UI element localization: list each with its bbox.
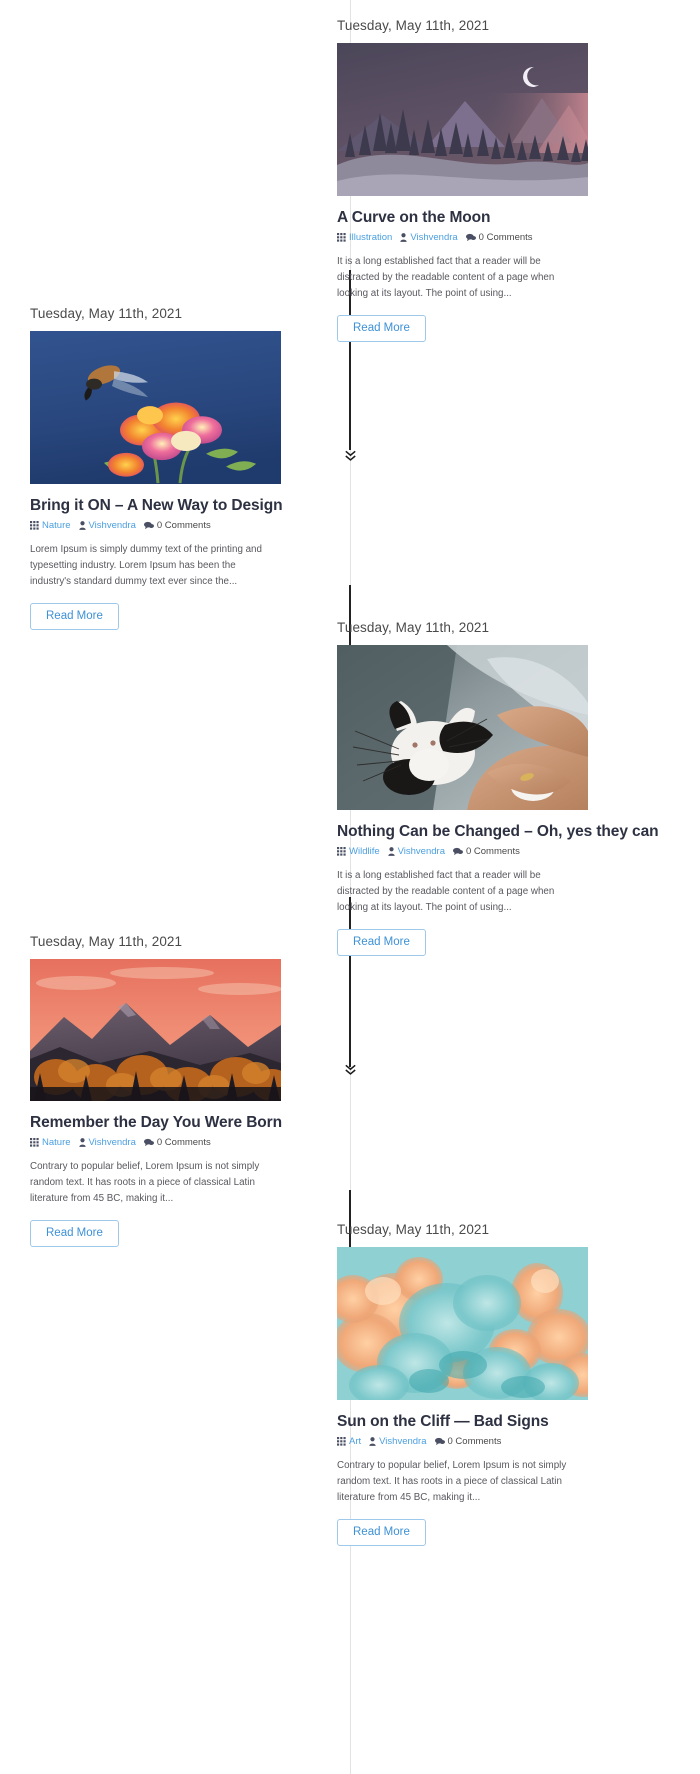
- meta-comments[interactable]: 0 Comments: [143, 520, 211, 531]
- post-date: Tuesday, May 11th, 2021: [30, 934, 183, 949]
- user-icon: [78, 521, 86, 531]
- read-more-button[interactable]: Read More: [30, 1219, 119, 1248]
- user-icon: [387, 847, 395, 857]
- post-card[interactable]: Tuesday, May 11th, 2021: [337, 1222, 588, 1547]
- comments-label[interactable]: 0 Comments: [157, 520, 211, 531]
- post-date: Tuesday, May 11th, 2021: [337, 620, 490, 635]
- post-thumbnail[interactable]: [30, 331, 281, 484]
- grid-icon: [30, 1138, 39, 1148]
- night-mountains-moon-illustration: [337, 43, 588, 196]
- meta-category[interactable]: Art: [337, 1436, 361, 1447]
- read-more-button[interactable]: Read More: [337, 314, 426, 343]
- pink-sunset-over-mountain-and-autumn-forest: [30, 959, 281, 1101]
- post-thumbnail[interactable]: [30, 959, 281, 1101]
- grid-icon: [337, 847, 346, 857]
- category-label[interactable]: Art: [349, 1436, 361, 1447]
- read-more-button[interactable]: Read More: [337, 928, 426, 957]
- author-label[interactable]: Vishvendra: [379, 1436, 426, 1447]
- meta-comments[interactable]: 0 Comments: [465, 232, 533, 243]
- author-label[interactable]: Vishvendra: [89, 520, 136, 531]
- meta-author[interactable]: Vishvendra: [387, 846, 445, 857]
- post-title[interactable]: Bring it ON – A New Way to Design: [30, 496, 283, 515]
- post-meta: Illustration Vishvendra 0 Comments: [337, 232, 588, 243]
- post-excerpt: Contrary to popular belief, Lorem Ipsum …: [30, 1161, 260, 1205]
- category-label[interactable]: Nature: [42, 1137, 71, 1148]
- meta-comments[interactable]: 0 Comments: [434, 1436, 502, 1447]
- post-excerpt: Contrary to popular belief, Lorem Ipsum …: [337, 1460, 567, 1504]
- post-title[interactable]: A Curve on the Moon: [337, 208, 588, 227]
- post-card[interactable]: Tuesday, May 11th, 2021: [337, 620, 659, 957]
- read-more-button[interactable]: Read More: [30, 602, 119, 631]
- grid-icon: [30, 521, 39, 531]
- meta-comments[interactable]: 0 Comments: [452, 846, 520, 857]
- comment-bubble-icon: [452, 847, 463, 856]
- comment-bubble-icon: [143, 1138, 154, 1147]
- post-title[interactable]: Sun on the Cliff — Bad Signs: [337, 1412, 588, 1431]
- post-date: Tuesday, May 11th, 2021: [337, 1222, 490, 1237]
- author-label[interactable]: Vishvendra: [410, 232, 457, 243]
- grid-icon: [337, 1437, 346, 1447]
- author-label[interactable]: Vishvendra: [398, 846, 445, 857]
- hummingbird-moth-on-lantana-flowers: [30, 331, 281, 484]
- meta-category[interactable]: Nature: [30, 1137, 71, 1148]
- post-thumbnail[interactable]: [337, 43, 588, 196]
- category-label[interactable]: Wildlife: [349, 846, 380, 857]
- comments-label[interactable]: 0 Comments: [448, 1436, 502, 1447]
- comments-label[interactable]: 0 Comments: [479, 232, 533, 243]
- meta-comments[interactable]: 0 Comments: [143, 1137, 211, 1148]
- meta-author[interactable]: Vishvendra: [78, 1137, 136, 1148]
- post-meta: Wildlife Vishvendra 0 Comments: [337, 846, 588, 857]
- post-date: Tuesday, May 11th, 2021: [30, 306, 183, 321]
- comment-bubble-icon: [143, 521, 154, 530]
- category-label[interactable]: Illustration: [349, 232, 392, 243]
- meta-author[interactable]: Vishvendra: [369, 1436, 427, 1447]
- author-label[interactable]: Vishvendra: [89, 1137, 136, 1148]
- meta-category[interactable]: Nature: [30, 520, 71, 531]
- post-meta: Nature Vishvendra 0 Comments: [30, 1137, 281, 1148]
- user-icon: [400, 233, 407, 243]
- post-thumbnail[interactable]: [337, 645, 588, 810]
- post-meta: Art Vishvendra 0 Comments: [337, 1436, 588, 1447]
- comments-label[interactable]: 0 Comments: [157, 1137, 211, 1148]
- comment-bubble-icon: [465, 233, 476, 242]
- post-title[interactable]: Nothing Can be Changed – Oh, yes they ca…: [337, 822, 659, 841]
- grid-icon: [337, 233, 346, 243]
- post-meta: Nature Vishvendra 0 Comments: [30, 520, 281, 531]
- meta-category[interactable]: Wildlife: [337, 846, 380, 857]
- read-more-button[interactable]: Read More: [337, 1518, 426, 1547]
- teal-and-orange-ink-cloud-abstract: [337, 1247, 588, 1400]
- category-label[interactable]: Nature: [42, 520, 71, 531]
- meta-author[interactable]: Vishvendra: [78, 520, 136, 531]
- comments-label[interactable]: 0 Comments: [466, 846, 520, 857]
- post-card[interactable]: Tuesday, May 11th, 2021: [30, 306, 283, 631]
- post-excerpt: It is a long established fact that a rea…: [337, 256, 555, 300]
- post-excerpt: Lorem Ipsum is simply dummy text of the …: [30, 544, 262, 588]
- post-title[interactable]: Remember the Day You Were Born: [30, 1113, 282, 1132]
- timeline-marker-2[interactable]: [343, 448, 358, 464]
- meta-category[interactable]: Illustration: [337, 232, 392, 243]
- comment-bubble-icon: [434, 1437, 445, 1446]
- post-date: Tuesday, May 11th, 2021: [337, 18, 490, 33]
- user-icon: [78, 1138, 86, 1148]
- user-icon: [369, 1437, 376, 1447]
- timeline-marker-4[interactable]: [343, 1062, 358, 1078]
- post-card[interactable]: Tuesday, May 11th, 2021: [337, 18, 588, 343]
- post-excerpt: It is a long established fact that a rea…: [337, 870, 555, 914]
- post-thumbnail[interactable]: [337, 1247, 588, 1400]
- meta-author[interactable]: Vishvendra: [400, 232, 458, 243]
- person-holding-black-and-white-cat: [337, 645, 588, 810]
- post-card[interactable]: Tuesday, May 11th, 2021: [30, 934, 282, 1248]
